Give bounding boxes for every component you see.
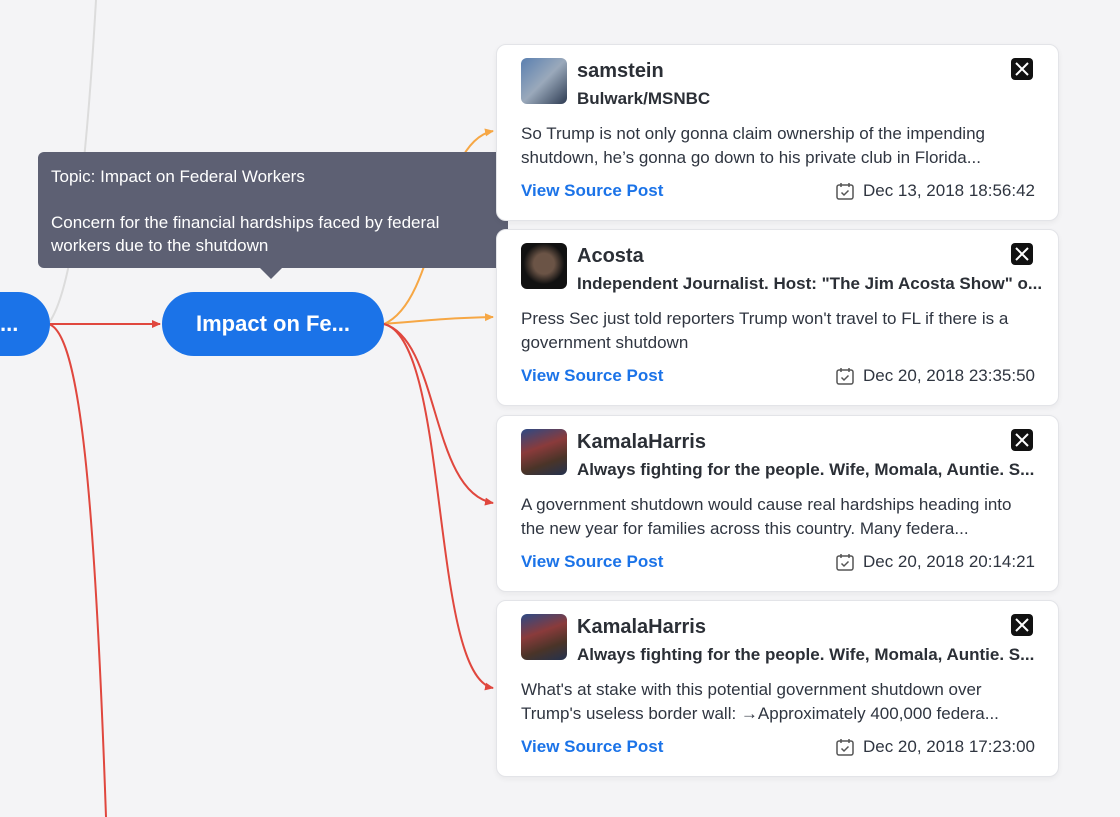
avatar-photo-icon — [521, 243, 567, 289]
post-card: samstein Bulwark/MSNBC So Trump is not o… — [496, 44, 1059, 221]
parent-topic-label: ... — [0, 311, 19, 336]
post-card: KamalaHarris Always fighting for the peo… — [496, 415, 1059, 592]
calendar-icon — [836, 368, 854, 385]
topic-node-label: Impact on Fe... — [195, 311, 351, 336]
avatar-photo-icon — [521, 614, 567, 660]
view-source-post-link[interactable]: View Source Post — [521, 552, 663, 572]
avatar-photo-icon — [521, 429, 567, 475]
x-logo-icon[interactable] — [1011, 243, 1033, 265]
post-username[interactable]: KamalaHarris — [577, 616, 706, 639]
post-username[interactable]: Acosta — [577, 245, 644, 268]
post-bio: Bulwark/MSNBC — [577, 89, 711, 108]
post-date: Dec 20, 2018 20:14:21 — [835, 552, 1035, 572]
calendar-icon — [836, 183, 854, 200]
post-date: Dec 13, 2018 18:56:42 — [835, 181, 1035, 201]
post-text: A government shutdown would cause real h… — [521, 495, 1012, 538]
post-date: Dec 20, 2018 17:23:00 — [835, 737, 1035, 757]
post-text: Press Sec just told reporters Trump won'… — [521, 309, 1009, 352]
calendar-icon — [836, 739, 854, 756]
avatar-photo-icon — [521, 58, 567, 104]
tooltip-title: Topic: Impact on Federal Workers — [51, 167, 305, 186]
edge-topic-post-2 — [383, 313, 494, 325]
calendar-icon — [836, 554, 854, 571]
post-date-text: Dec 20, 2018 17:23:00 — [862, 737, 1035, 756]
x-logo-icon[interactable] — [1011, 614, 1033, 636]
edge-parent-down — [47, 323, 107, 817]
post-bio: Always fighting for the people. Wife, Mo… — [577, 645, 1035, 664]
post-username[interactable]: KamalaHarris — [577, 431, 706, 454]
x-logo-icon[interactable] — [1011, 58, 1033, 80]
edge-topic-post-3 — [383, 323, 494, 506]
post-bio: Always fighting for the people. Wife, Mo… — [577, 460, 1035, 479]
view-source-post-link[interactable]: View Source Post — [521, 366, 663, 386]
topic-node-impact[interactable]: Impact on Fe... — [162, 292, 384, 356]
topic-tooltip: Topic: Impact on Federal Workers Concern… — [38, 152, 508, 279]
tooltip-description: Concern for the financial hardships face… — [51, 213, 440, 255]
post-card: Acosta Independent Journalist. Host: "Th… — [496, 229, 1059, 406]
edge-topic-post-4 — [383, 323, 494, 691]
post-text: What's at stake with this potential gove… — [521, 680, 999, 723]
post-text: So Trump is not only gonna claim ownersh… — [521, 124, 985, 167]
x-logo-icon[interactable] — [1011, 429, 1033, 451]
view-source-post-link[interactable]: View Source Post — [521, 737, 663, 757]
post-date-text: Dec 20, 2018 23:35:50 — [862, 366, 1035, 385]
post-bio: Independent Journalist. Host: "The Jim A… — [577, 274, 1043, 293]
post-date: Dec 20, 2018 23:35:50 — [835, 366, 1035, 386]
view-source-post-link[interactable]: View Source Post — [521, 181, 663, 201]
post-date-text: Dec 20, 2018 20:14:21 — [862, 552, 1035, 571]
post-username[interactable]: samstein — [577, 60, 664, 83]
post-date-text: Dec 13, 2018 18:56:42 — [862, 181, 1035, 200]
post-card: KamalaHarris Always fighting for the peo… — [496, 600, 1059, 777]
